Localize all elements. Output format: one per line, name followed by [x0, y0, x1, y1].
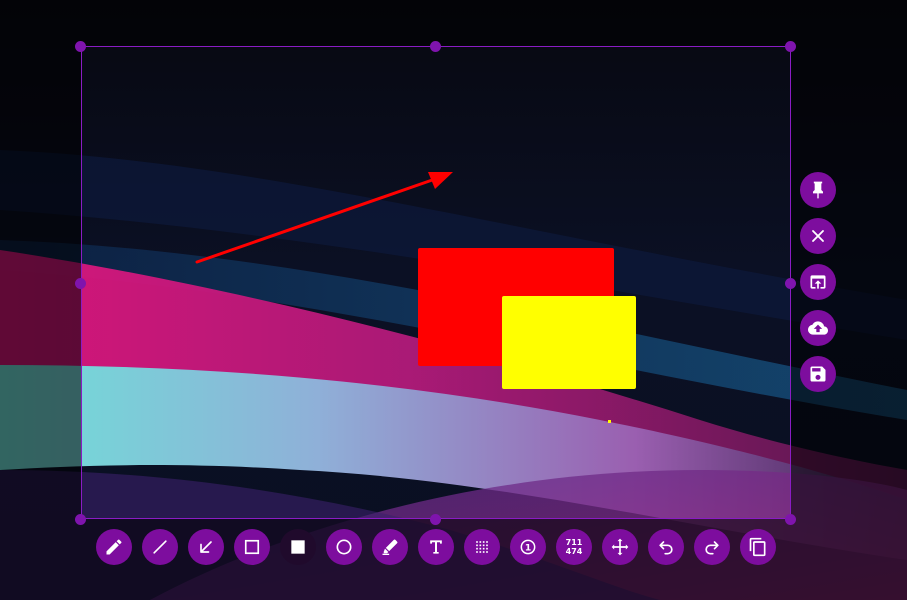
counter-icon: 1 — [520, 539, 536, 555]
arrow-tool-button[interactable] — [188, 529, 224, 565]
undo-icon — [659, 541, 673, 555]
pin-button[interactable] — [800, 172, 836, 208]
selection-width: 711 — [565, 538, 583, 547]
resize-handle-bottom-left[interactable] — [75, 514, 86, 525]
text-tool-button[interactable] — [418, 529, 454, 565]
text-icon — [430, 540, 442, 554]
pixelate-icon — [476, 541, 488, 553]
resize-handle-top[interactable] — [430, 41, 441, 52]
marker-tool-button[interactable] — [372, 529, 408, 565]
open-app-button[interactable] — [800, 264, 836, 300]
resize-handle-top-right[interactable] — [785, 41, 796, 52]
selection-size-button[interactable]: 711 474 — [556, 529, 592, 565]
resize-handle-right[interactable] — [785, 278, 796, 289]
copy-button[interactable] — [740, 529, 776, 565]
open-in-app-icon — [810, 275, 826, 289]
selection-size-readout: 711 474 — [566, 538, 583, 556]
line-icon — [153, 540, 167, 554]
line-tool-button[interactable] — [142, 529, 178, 565]
undo-button[interactable] — [648, 529, 684, 565]
copy-icon — [749, 537, 766, 557]
save-icon — [810, 366, 826, 382]
move-selection-button[interactable] — [602, 529, 638, 565]
circle-tool-button[interactable] — [326, 529, 362, 565]
rectangle-tool-button[interactable] — [234, 529, 270, 565]
cloud-upload-icon — [808, 321, 828, 335]
selection-height: 474 — [565, 547, 583, 556]
resize-handle-left[interactable] — [75, 278, 86, 289]
filled-rectangle-icon — [291, 540, 305, 554]
resize-handle-bottom-right[interactable] — [785, 514, 796, 525]
upload-button[interactable] — [800, 310, 836, 346]
save-button[interactable] — [800, 356, 836, 392]
counter-icon-label: 1 — [525, 542, 531, 553]
circle-icon — [336, 539, 352, 555]
pencil-tool-button[interactable] — [96, 529, 132, 565]
marker-icon — [382, 539, 398, 555]
exit-button[interactable] — [800, 218, 836, 254]
redo-button[interactable] — [694, 529, 730, 565]
close-icon — [812, 230, 824, 242]
redo-icon — [705, 541, 719, 555]
pin-icon — [813, 181, 823, 199]
pencil-icon — [106, 539, 122, 555]
pixelate-tool-button[interactable] — [464, 529, 500, 565]
filled-rectangle-tool-button[interactable] — [280, 529, 316, 565]
resize-handle-top-left[interactable] — [75, 41, 86, 52]
arrow-icon — [200, 541, 212, 553]
move-icon — [611, 538, 629, 556]
resize-handle-bottom[interactable] — [430, 514, 441, 525]
counter-tool-button[interactable]: 1 — [510, 529, 546, 565]
rectangle-outline-icon — [244, 539, 260, 555]
capture-selection[interactable] — [81, 46, 791, 519]
